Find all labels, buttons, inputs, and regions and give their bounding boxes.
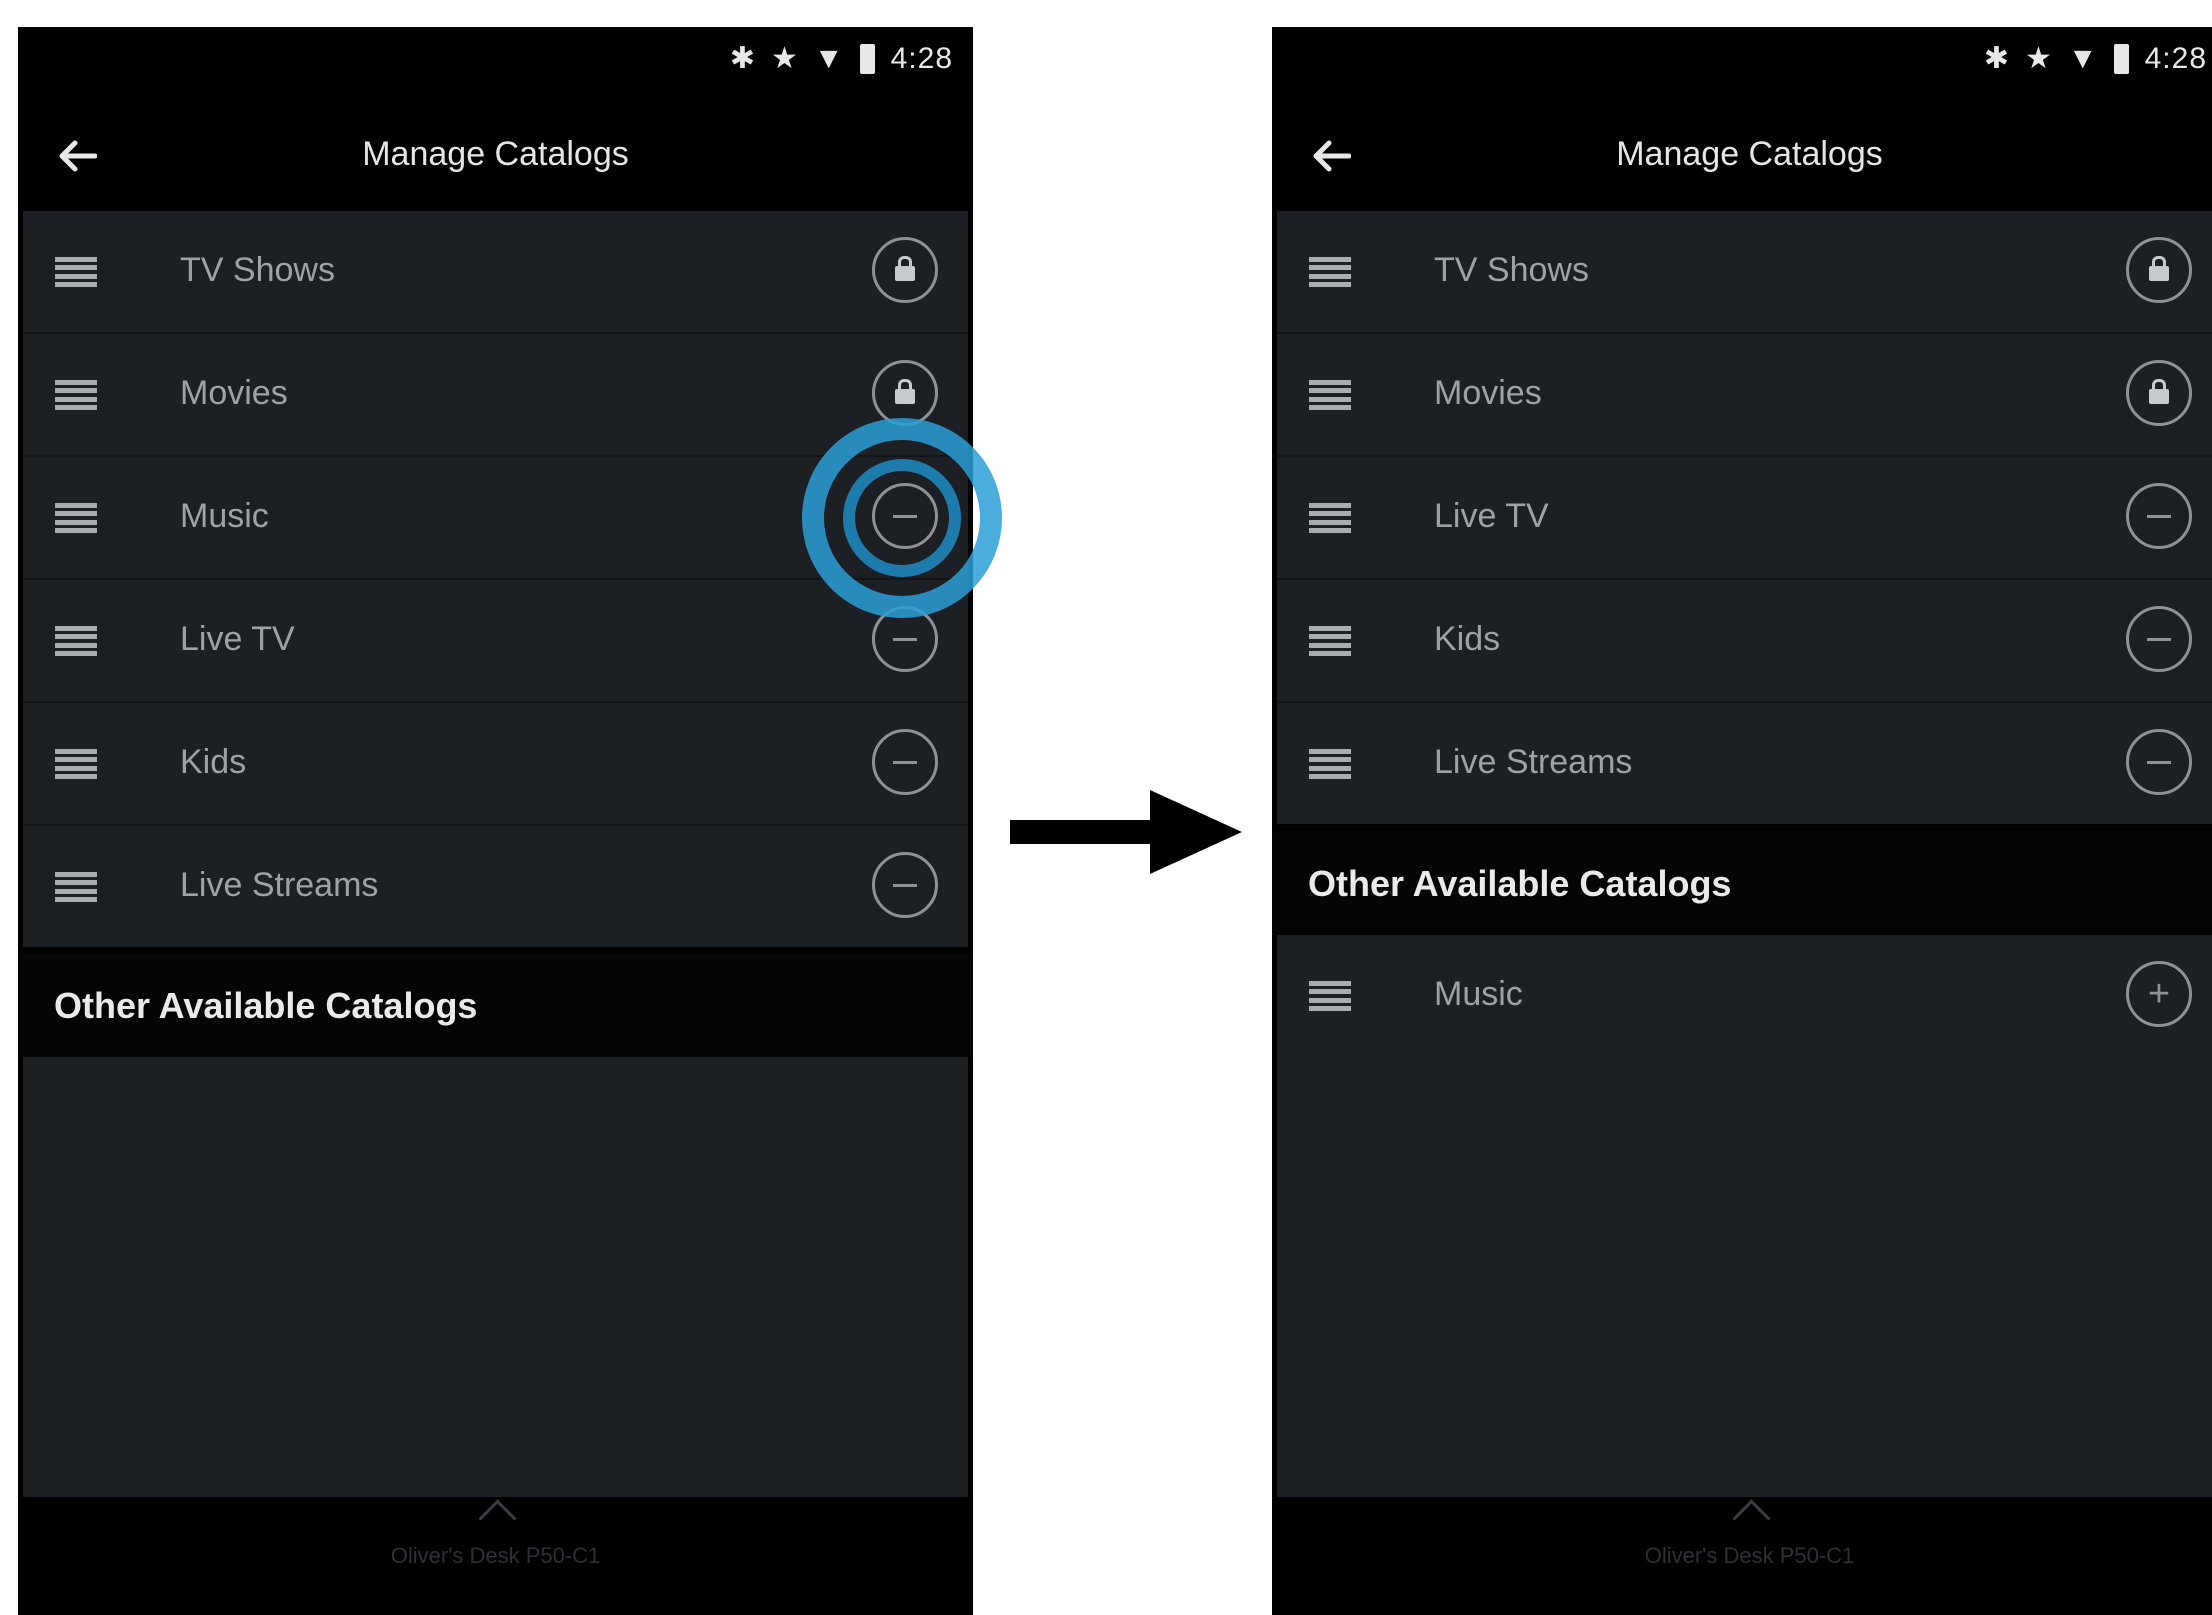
page-title: Manage Catalogs <box>362 135 629 173</box>
minus-circle-icon <box>2147 760 2171 764</box>
wifi-icon: ▼ <box>813 41 844 75</box>
status-bar: ✱ ★ ▼ 4:28 <box>1272 27 2212 99</box>
catalog-label: Live TV <box>180 620 295 658</box>
device-footer[interactable]: Oliver's Desk P50-C1 <box>1272 1497 2212 1615</box>
star-icon: ★ <box>2025 42 2052 75</box>
phone-screen-before: ✱ ★ ▼ 4:28 Manage Catalogs TV Shows Movi… <box>18 27 973 1615</box>
right-arrow-icon <box>1010 790 1242 874</box>
catalog-label: Music <box>1434 975 1523 1013</box>
minus-circle-icon <box>2147 514 2171 518</box>
catalog-label: Kids <box>1434 620 1501 658</box>
bluetooth-icon: ✱ <box>1983 42 2009 75</box>
catalog-label: Kids <box>180 743 247 781</box>
catalog-row: Kids <box>23 703 968 826</box>
page-title: Manage Catalogs <box>1616 135 1883 173</box>
device-footer[interactable]: Oliver's Desk P50-C1 <box>18 1497 973 1615</box>
add-catalog-button[interactable]: + <box>2126 961 2192 1027</box>
catalog-row: Live Streams <box>23 826 968 947</box>
lock-icon <box>2126 360 2192 426</box>
empty-list-area <box>1277 1056 2212 1497</box>
available-catalog-list: Music + <box>1277 935 2212 1056</box>
drag-handle-icon[interactable] <box>1309 380 1351 410</box>
remove-catalog-button[interactable] <box>872 729 938 795</box>
device-name: Oliver's Desk P50-C1 <box>1644 1543 1855 1568</box>
catalog-row: Live Streams <box>1277 703 2212 824</box>
plus-circle-icon: + <box>2147 973 2171 1015</box>
section-title: Other Available Catalogs <box>1308 863 1732 904</box>
bluetooth-icon: ✱ <box>729 42 755 75</box>
catalog-row: Kids <box>1277 580 2212 703</box>
status-time: 4:28 <box>2144 41 2207 75</box>
remove-catalog-button[interactable] <box>2126 606 2192 672</box>
drag-handle-icon[interactable] <box>55 257 97 287</box>
remove-catalog-button[interactable] <box>2126 483 2192 549</box>
lock-icon <box>872 237 938 303</box>
minus-circle-icon <box>893 760 917 764</box>
device-name: Oliver's Desk P50-C1 <box>390 1543 601 1568</box>
minus-circle-icon <box>893 637 917 641</box>
catalog-label: Live Streams <box>180 866 379 904</box>
drag-handle-icon[interactable] <box>1309 257 1351 287</box>
catalog-row: Music + <box>1277 935 2212 1056</box>
minus-circle-icon <box>2147 637 2171 641</box>
app-bar: Manage Catalogs <box>1272 99 2212 211</box>
available-catalog-list <box>23 1057 968 1497</box>
catalog-label: Live TV <box>1434 497 1549 535</box>
catalog-label: Music <box>180 497 269 535</box>
catalog-label: Movies <box>180 374 288 412</box>
drag-handle-icon[interactable] <box>1309 749 1351 779</box>
battery-icon <box>859 43 875 74</box>
catalog-row: TV Shows <box>1277 211 2212 334</box>
section-header: Other Available Catalogs <box>18 953 973 1057</box>
catalog-label: TV Shows <box>180 251 335 289</box>
catalog-label: TV Shows <box>1434 251 1589 289</box>
chevron-up-icon <box>477 1499 517 1538</box>
section-header: Other Available Catalogs <box>1272 831 2212 935</box>
section-title: Other Available Catalogs <box>54 985 478 1026</box>
drag-handle-icon[interactable] <box>55 626 97 656</box>
catalog-row: Movies <box>23 334 968 457</box>
drag-handle-icon[interactable] <box>55 380 97 410</box>
battery-icon <box>2113 43 2129 74</box>
chevron-up-icon <box>1731 1499 1771 1538</box>
minus-circle-icon <box>893 883 917 887</box>
wifi-icon: ▼ <box>2067 41 2098 75</box>
lock-icon <box>2126 237 2192 303</box>
catalog-row: Movies <box>1277 334 2212 457</box>
catalog-row: Live TV <box>23 580 968 703</box>
star-icon: ★ <box>771 42 798 75</box>
status-bar: ✱ ★ ▼ 4:28 <box>18 27 973 99</box>
app-bar: Manage Catalogs <box>18 99 973 211</box>
catalog-label: Movies <box>1434 374 1542 412</box>
tap-highlight-ring-inner <box>843 459 961 577</box>
remove-catalog-button[interactable] <box>872 852 938 918</box>
catalog-label: Live Streams <box>1434 743 1633 781</box>
drag-handle-icon[interactable] <box>55 872 97 902</box>
status-time: 4:28 <box>890 41 953 75</box>
drag-handle-icon[interactable] <box>1309 503 1351 533</box>
drag-handle-icon[interactable] <box>55 503 97 533</box>
drag-handle-icon[interactable] <box>55 749 97 779</box>
catalog-row: TV Shows <box>23 211 968 334</box>
enabled-catalog-list: TV Shows Movies Live TV Kids Live Stream… <box>1277 211 2212 824</box>
drag-handle-icon[interactable] <box>1309 626 1351 656</box>
drag-handle-icon[interactable] <box>1309 981 1351 1011</box>
lock-icon <box>872 360 938 426</box>
phone-screen-after: ✱ ★ ▼ 4:28 Manage Catalogs TV Shows Movi… <box>1272 27 2212 1615</box>
catalog-row: Live TV <box>1277 457 2212 580</box>
remove-catalog-button[interactable] <box>2126 729 2192 795</box>
